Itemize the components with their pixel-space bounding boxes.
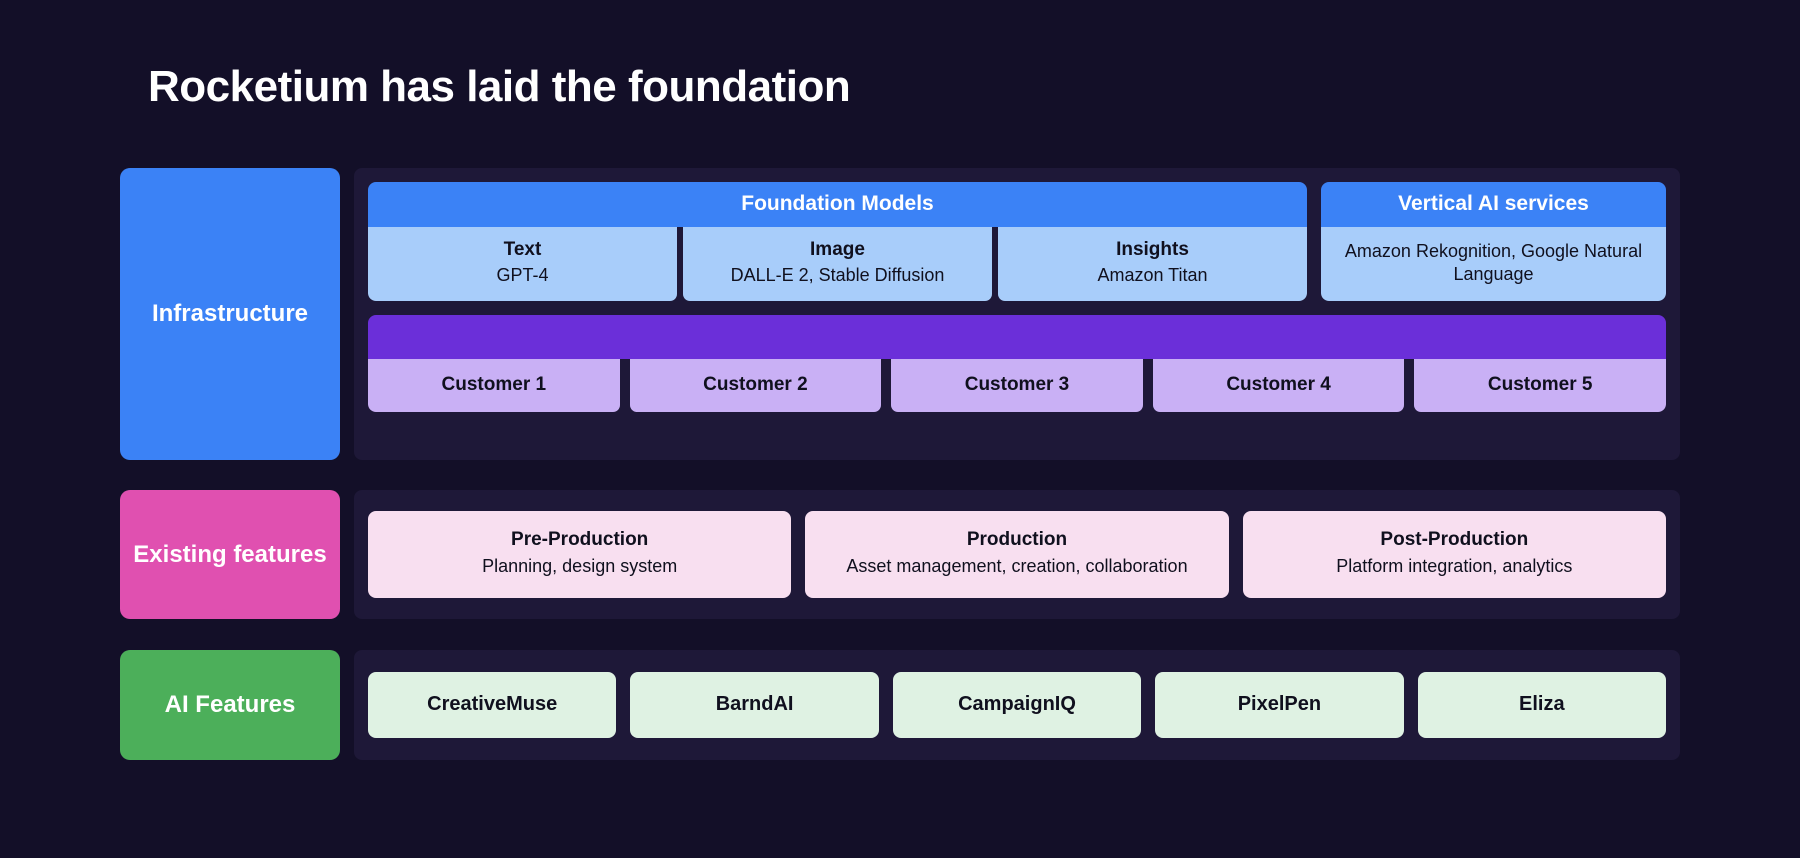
- cell-sub: GPT-4: [496, 265, 549, 285]
- cell-barndai[interactable]: BarndAI: [630, 672, 879, 738]
- cell-customer-1[interactable]: Customer 1: [368, 358, 620, 412]
- cell-vertical-ai-providers[interactable]: Amazon Rekognition, Google Natural Langu…: [1321, 227, 1666, 301]
- cell-production[interactable]: Production Asset management, creation, c…: [805, 511, 1229, 598]
- cell-image-model[interactable]: Image DALL-E 2, Stable Diffusion: [683, 227, 992, 301]
- row-infrastructure: Infrastructure Foundation Models Text GP…: [120, 168, 1680, 460]
- cell-sub: DALL-E 2, Stable Diffusion: [730, 265, 945, 285]
- row-body-infrastructure: Foundation Models Text GPT-4 Image DALL-…: [354, 168, 1680, 460]
- ai-features-items: CreativeMuse BarndAI CampaignIQ PixelPen…: [368, 672, 1667, 738]
- cell-title: Text: [503, 239, 542, 260]
- cell-pixelpen[interactable]: PixelPen: [1155, 672, 1404, 738]
- cell-title: Pre-Production: [511, 529, 649, 551]
- cell-creativemuse[interactable]: CreativeMuse: [368, 672, 617, 738]
- page-title: Rocketium has laid the foundation: [148, 62, 851, 111]
- customers-accent-bar: [368, 314, 1666, 359]
- group-items-vertical-ai-services: Amazon Rekognition, Google Natural Langu…: [1321, 227, 1666, 301]
- row-body-existing-features: Pre-Production Planning, design system P…: [354, 490, 1680, 619]
- cell-sub: Amazon Titan: [1097, 265, 1208, 285]
- cell-post-production[interactable]: Post-Production Platform integration, an…: [1242, 511, 1666, 598]
- slide-canvas: Rocketium has laid the foundation Infras…: [0, 0, 1800, 858]
- customers-items: Customer 1 Customer 2 Customer 3 Custome…: [368, 358, 1666, 412]
- row-body-ai-features: CreativeMuse BarndAI CampaignIQ PixelPen…: [354, 650, 1680, 760]
- customers-block: Customer 1 Customer 2 Customer 3 Custome…: [368, 314, 1666, 412]
- cell-sub: Asset management, creation, collaboratio…: [846, 556, 1188, 577]
- group-foundation-models: Foundation Models Text GPT-4 Image DALL-…: [368, 182, 1307, 301]
- cell-sub: Planning, design system: [482, 556, 678, 577]
- cell-customer-2[interactable]: Customer 2: [629, 358, 882, 412]
- row-label-infrastructure: Infrastructure: [120, 168, 340, 460]
- row-label-existing-features: Existing features: [120, 490, 340, 619]
- row-ai-features: AI Features CreativeMuse BarndAI Campaig…: [120, 650, 1680, 760]
- group-header-vertical-ai-services: Vertical AI services: [1321, 182, 1666, 227]
- cell-title: Insights: [1116, 239, 1189, 260]
- cell-customer-4[interactable]: Customer 4: [1152, 358, 1405, 412]
- cell-campaigniq[interactable]: CampaignIQ: [892, 672, 1142, 738]
- row-existing-features: Existing features Pre-Production Plannin…: [120, 490, 1680, 619]
- group-vertical-ai-services: Vertical AI services Amazon Rekognition,…: [1321, 182, 1666, 301]
- row-label-ai-features: AI Features: [120, 650, 340, 760]
- foundation-groups-strip: Foundation Models Text GPT-4 Image DALL-…: [368, 182, 1666, 301]
- cell-insights-model[interactable]: Insights Amazon Titan: [998, 227, 1307, 301]
- cell-title: Production: [966, 529, 1068, 551]
- cell-customer-5[interactable]: Customer 5: [1414, 358, 1666, 412]
- cell-sub: Platform integration, analytics: [1336, 556, 1573, 577]
- cell-customer-3[interactable]: Customer 3: [891, 358, 1143, 412]
- cell-text-model[interactable]: Text GPT-4: [368, 227, 677, 301]
- existing-features-items: Pre-Production Planning, design system P…: [368, 511, 1666, 598]
- group-items-foundation-models: Text GPT-4 Image DALL-E 2, Stable Diffus…: [368, 227, 1307, 301]
- cell-sub: Amazon Rekognition, Google Natural Langu…: [1344, 241, 1643, 284]
- cell-title: Post-Production: [1380, 529, 1529, 551]
- cell-pre-production[interactable]: Pre-Production Planning, design system: [368, 511, 792, 598]
- cell-title: Image: [810, 239, 865, 260]
- cell-eliza[interactable]: Eliza: [1417, 672, 1667, 738]
- group-header-foundation-models: Foundation Models: [368, 182, 1307, 227]
